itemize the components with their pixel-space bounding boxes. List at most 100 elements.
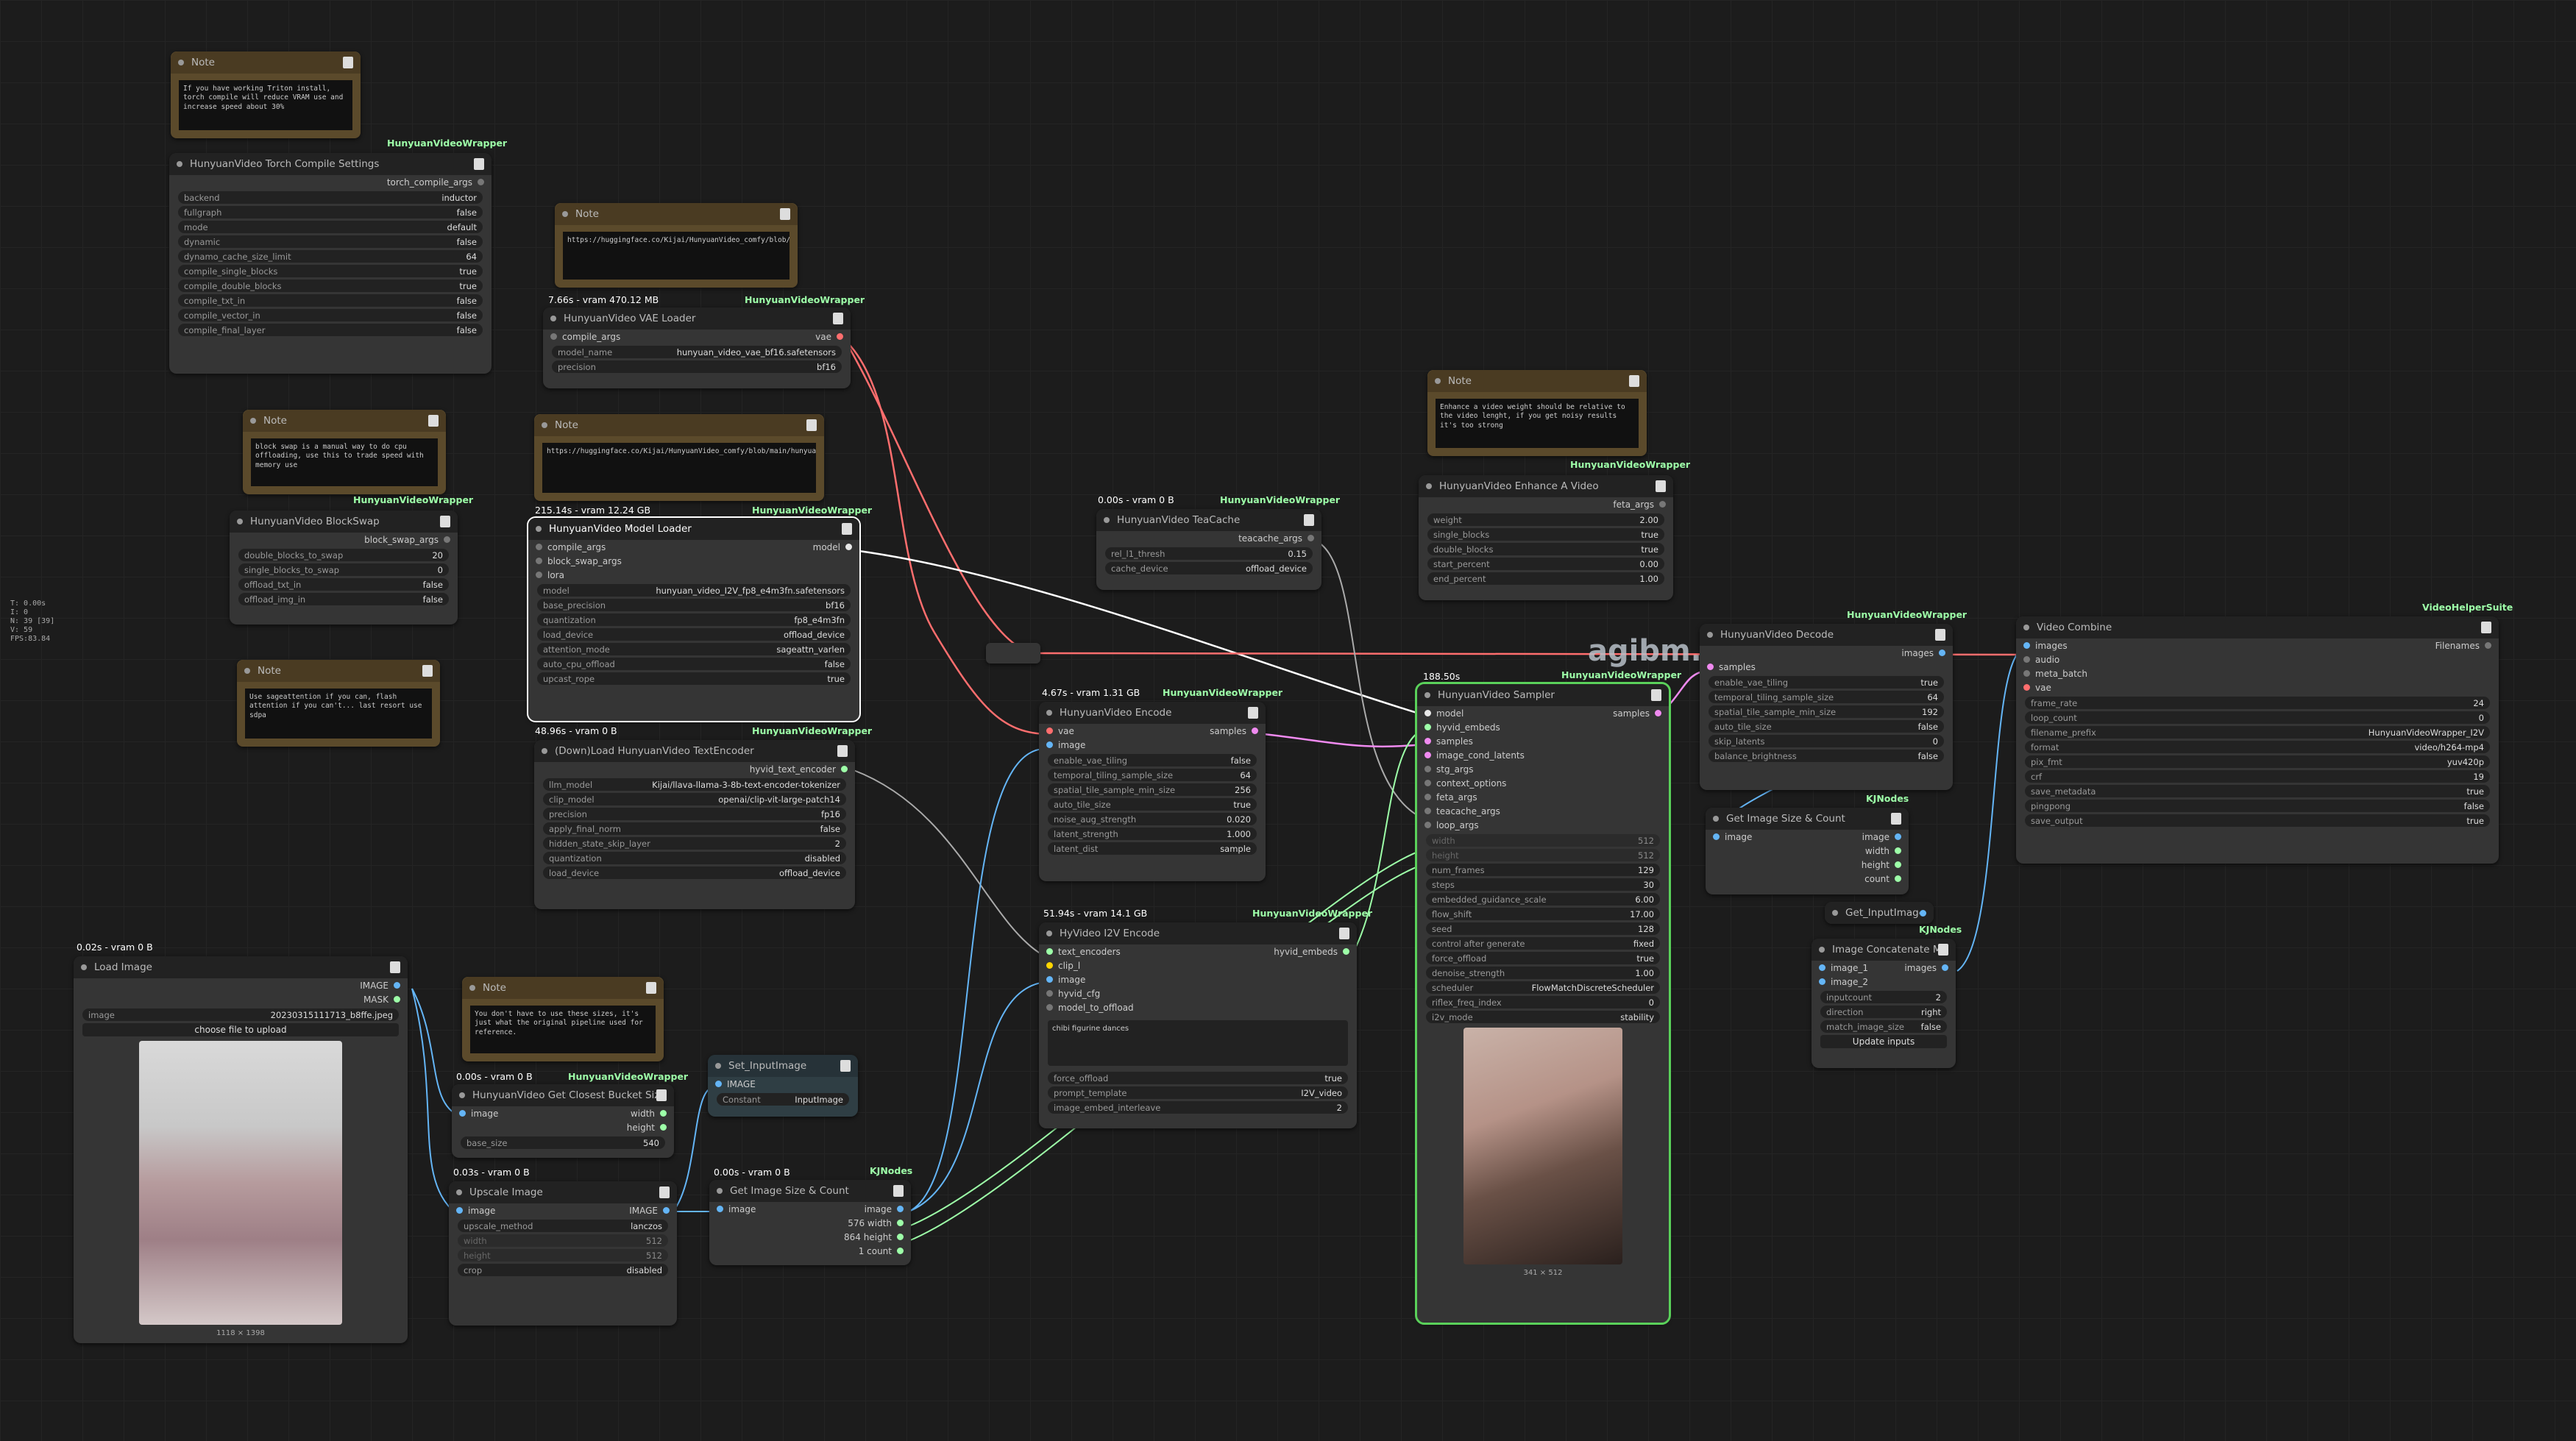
widget[interactable]: inputcount 2 (1820, 991, 1947, 1003)
widget[interactable]: format video/h264-mp4 (2025, 741, 2490, 753)
note-text[interactable]: Enhance a video weight should be relativ… (1435, 398, 1639, 449)
output-socket[interactable] (1895, 833, 1901, 840)
widget[interactable]: loop_count 0 (2025, 711, 2490, 724)
widget[interactable]: scheduler FlowMatchDiscreteScheduler (1426, 981, 1660, 994)
input-socket[interactable] (1424, 780, 1431, 786)
output-socket[interactable] (897, 1220, 904, 1226)
input-socket[interactable] (1713, 833, 1720, 840)
widget[interactable]: crop disabled (458, 1264, 668, 1276)
output-socket[interactable] (1343, 948, 1349, 955)
widget[interactable]: double_blocks true (1427, 543, 1664, 555)
widget[interactable]: base_precision bf16 (537, 599, 851, 611)
input-socket[interactable] (1424, 724, 1431, 730)
widget[interactable]: backend inductor (178, 191, 483, 204)
widget[interactable]: hidden_state_skip_layer 2 (543, 837, 846, 850)
output-socket[interactable] (444, 536, 450, 543)
input-socket[interactable] (1046, 727, 1053, 734)
widget[interactable]: pix_fmt yuv420p (2025, 755, 2490, 768)
output-socket[interactable] (1655, 710, 1661, 716)
widget[interactable]: auto_tile_size false (1709, 720, 1944, 733)
widget[interactable]: load_device offload_device (543, 867, 846, 879)
node-enhance-video[interactable]: HunyuanVideo Enhance A Video feta_args w… (1419, 475, 1673, 600)
note-text[interactable]: https://huggingface.co/Kijai/HunyuanVide… (562, 231, 790, 280)
input-socket[interactable] (459, 1110, 466, 1117)
widget[interactable]: single_blocks true (1427, 528, 1664, 541)
widget[interactable]: riflex_freq_index 0 (1426, 996, 1660, 1008)
input-socket[interactable] (1424, 710, 1431, 716)
widget[interactable]: load_device offload_device (537, 628, 851, 641)
output-socket[interactable] (1307, 535, 1314, 541)
upload-button[interactable]: choose file to upload (82, 1023, 399, 1036)
note-text[interactable]: You don't have to use these sizes, it's … (469, 1005, 656, 1054)
widget[interactable]: height 512 (1426, 849, 1660, 861)
widget[interactable]: quantization fp8_e4m3fn (537, 613, 851, 626)
widget[interactable]: compile_txt_in false (178, 294, 483, 307)
input-socket[interactable] (2023, 642, 2030, 649)
widget[interactable]: single_blocks_to_swap 0 (238, 563, 449, 576)
widget[interactable]: model_name hunyuan_video_vae_bf16.safeten… (552, 346, 842, 358)
widget[interactable]: start_percent 0.00 (1427, 558, 1664, 570)
widget[interactable]: model hunyuan_video_I2V_fp8_e4m3fn.safete… (537, 584, 851, 597)
widget[interactable]: crf 19 (2025, 770, 2490, 783)
input-socket[interactable] (1046, 948, 1053, 955)
widget[interactable]: attention_mode sageattn_varlen (537, 643, 851, 655)
note-text[interactable]: https://huggingface.co/Kijai/HunyuanVide… (542, 442, 817, 494)
widget[interactable]: quantization disabled (543, 852, 846, 864)
widget[interactable]: balance_brightness false (1709, 750, 1944, 762)
widget[interactable]: force_offload true (1048, 1072, 1348, 1084)
prompt-textarea[interactable]: chibi figurine dances (1048, 1020, 1348, 1066)
input-socket[interactable] (536, 558, 542, 564)
output-socket[interactable] (663, 1207, 670, 1214)
node-upscale[interactable]: Upscale Image image IMAGE upscale_method l… (449, 1181, 677, 1326)
widget[interactable]: denoise_strength 1.00 (1426, 967, 1660, 979)
note-blockswap[interactable]: Note block swap is a manual way to do cp… (243, 410, 446, 494)
input-socket[interactable] (1424, 822, 1431, 828)
node-model-loader[interactable]: HunyuanVideo Model Loader compile_args mo… (527, 516, 861, 722)
note-triton[interactable]: Note If you have working Triton install,… (171, 51, 361, 138)
input-socket[interactable] (1046, 962, 1053, 969)
output-socket[interactable] (1939, 650, 1945, 656)
widget[interactable]: control after generate fixed (1426, 937, 1660, 950)
note-sdpa[interactable]: Note Use sageattention if you can, flash… (237, 660, 440, 747)
output-socket[interactable] (897, 1234, 904, 1240)
widget[interactable]: Constant InputImage (717, 1093, 849, 1106)
widget[interactable]: upcast_rope true (537, 672, 851, 685)
widget[interactable]: dynamo_cache_size_limit 64 (178, 250, 483, 263)
widget[interactable]: seed 128 (1426, 922, 1660, 935)
reroute-node[interactable] (986, 643, 1040, 663)
widget[interactable]: prompt_template I2V_video (1048, 1086, 1348, 1099)
widget[interactable]: flow_shift 17.00 (1426, 908, 1660, 920)
widget[interactable]: filename_prefix HunyuanVideoWrapper_I2V (2025, 726, 2490, 739)
widget[interactable]: end_percent 1.00 (1427, 572, 1664, 585)
node-sampler[interactable]: HunyuanVideo Sampler model samples hyvid_… (1415, 682, 1671, 1325)
widget[interactable]: width 512 (1426, 834, 1660, 847)
input-socket[interactable] (1424, 752, 1431, 758)
widget[interactable]: weight 2.00 (1427, 513, 1664, 526)
input-socket[interactable] (1819, 978, 1825, 985)
widget[interactable]: llm_model Kijai/llava-llama-3-8b-text-enc… (543, 778, 846, 791)
output-socket[interactable] (1920, 909, 1926, 917)
input-socket[interactable] (1424, 794, 1431, 800)
widget[interactable]: noise_aug_strength 0.020 (1048, 813, 1257, 825)
input-socket[interactable] (715, 1081, 722, 1087)
note-enhance[interactable]: Note Enhance a video weight should be re… (1427, 370, 1647, 456)
output-socket[interactable] (897, 1206, 904, 1212)
widget[interactable]: compile_single_blocks true (178, 265, 483, 277)
node-get-input-image[interactable]: Get_InputImage (1825, 902, 1934, 924)
widget[interactable]: width 512 (458, 1234, 668, 1247)
output-socket[interactable] (394, 996, 400, 1003)
input-socket[interactable] (1707, 663, 1714, 670)
output-socket[interactable] (660, 1124, 667, 1131)
node-get-size-1[interactable]: Get Image Size & Count image image 576 wi… (709, 1180, 911, 1265)
output-socket[interactable] (1895, 847, 1901, 854)
widget[interactable]: compile_vector_in false (178, 309, 483, 321)
update-inputs-button[interactable]: Update inputs (1820, 1035, 1947, 1048)
widget[interactable]: apply_final_norm false (543, 822, 846, 835)
input-socket[interactable] (550, 333, 557, 340)
node-image-concat[interactable]: Image Concatenate Multi image_1 images im… (1812, 939, 1956, 1068)
widget[interactable]: skip_latents 0 (1709, 735, 1944, 747)
widget[interactable]: latent_dist sample (1048, 842, 1257, 855)
note-sizes[interactable]: Note You don't have to use these sizes, … (462, 977, 664, 1061)
widget[interactable]: frame_rate 24 (2025, 697, 2490, 709)
widget[interactable]: steps 30 (1426, 878, 1660, 891)
